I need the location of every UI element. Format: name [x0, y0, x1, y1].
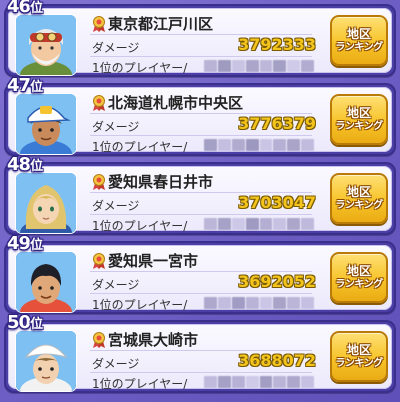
button-label-line1: 地区: [346, 184, 371, 199]
button-label-line2: ランキング: [335, 120, 383, 132]
blurred-player-name: [204, 376, 314, 388]
medal-icon: [93, 332, 105, 348]
button-label-line2: ランキング: [335, 41, 383, 53]
button-label-line1: 地区: [346, 263, 371, 278]
ranking-entry: 49位 愛知県一宮市 ダメージ 3692052 1位のプレイヤー/ 地区 ランキ…: [4, 233, 396, 314]
button-label-line1: 地区: [346, 26, 371, 41]
button-label-line2: ランキング: [335, 357, 383, 369]
divider: [90, 135, 312, 136]
region-name: 北海道札幌市中央区: [108, 94, 244, 112]
button-label-line1: 地区: [346, 105, 371, 120]
button-label-line2: ランキング: [335, 278, 383, 290]
blurred-player-name: [204, 139, 314, 151]
divider: [90, 293, 312, 294]
damage-label: ダメージ: [92, 41, 140, 55]
player-avatar-icon: [16, 15, 76, 75]
button-label-line2: ランキング: [335, 199, 383, 211]
top-player-label: 1位のプレイヤー/: [92, 140, 188, 154]
damage-label: ダメージ: [92, 357, 140, 371]
medal-icon: [93, 253, 105, 269]
button-label-line1: 地区: [346, 342, 371, 357]
top-player-label: 1位のプレイヤー/: [92, 219, 188, 233]
damage-value: 3792333: [238, 35, 316, 54]
rank-number: 50位: [7, 312, 43, 333]
blurred-player-name: [204, 218, 314, 230]
blurred-player-name: [204, 297, 314, 309]
ranking-entry: 50位 宮城県大崎市 ダメージ 3688072 1位のプレイヤー/ 地区 ランキ…: [4, 312, 396, 393]
region-name: 愛知県春日井市: [108, 173, 214, 191]
blurred-player-name: [204, 60, 314, 72]
medal-icon: [93, 16, 105, 32]
medal-icon: [93, 95, 105, 111]
region-ranking-button[interactable]: 地区 ランキング: [330, 173, 388, 224]
divider: [90, 56, 312, 57]
damage-value: 3688072: [238, 351, 316, 370]
damage-label: ダメージ: [92, 120, 140, 134]
region-name: 宮城県大崎市: [108, 331, 199, 349]
region-ranking-button[interactable]: 地区 ランキング: [330, 331, 388, 382]
region-name: 愛知県一宮市: [108, 252, 199, 270]
region-ranking-list: 46位 東京都江戸川区 ダメージ 3792333 1位のプレイヤー/ 地区 ラン…: [0, 0, 400, 402]
rank-number: 49位: [7, 233, 43, 254]
region-ranking-button[interactable]: 地区 ランキング: [330, 15, 388, 66]
damage-value: 3776379: [238, 114, 316, 133]
player-avatar-icon: [16, 331, 76, 391]
damage-label: ダメージ: [92, 199, 140, 213]
top-player-label: 1位のプレイヤー/: [92, 377, 188, 391]
top-player-label: 1位のプレイヤー/: [92, 61, 188, 75]
damage-label: ダメージ: [92, 278, 140, 292]
damage-value: 3703047: [238, 193, 316, 212]
ranking-entry: 48位 愛知県春日井市 ダメージ 3703047 1位のプレイヤー/ 地区 ラン…: [4, 154, 396, 235]
region-name: 東京都江戸川区: [108, 15, 214, 33]
player-avatar-icon: [16, 94, 76, 154]
ranking-entry: 46位 東京都江戸川区 ダメージ 3792333 1位のプレイヤー/ 地区 ラン…: [4, 0, 396, 77]
medal-icon: [93, 174, 105, 190]
player-avatar-icon: [16, 252, 76, 312]
rank-number: 47位: [7, 75, 43, 96]
divider: [90, 214, 312, 215]
damage-value: 3692052: [238, 272, 316, 291]
rank-number: 46位: [7, 0, 43, 17]
rank-number: 48位: [7, 154, 43, 175]
region-ranking-button[interactable]: 地区 ランキング: [330, 94, 388, 145]
ranking-entry: 47位 北海道札幌市中央区 ダメージ 3776379 1位のプレイヤー/ 地区 …: [4, 75, 396, 156]
region-ranking-button[interactable]: 地区 ランキング: [330, 252, 388, 303]
divider: [90, 372, 312, 373]
top-player-label: 1位のプレイヤー/: [92, 298, 188, 312]
player-avatar-icon: [16, 173, 76, 233]
